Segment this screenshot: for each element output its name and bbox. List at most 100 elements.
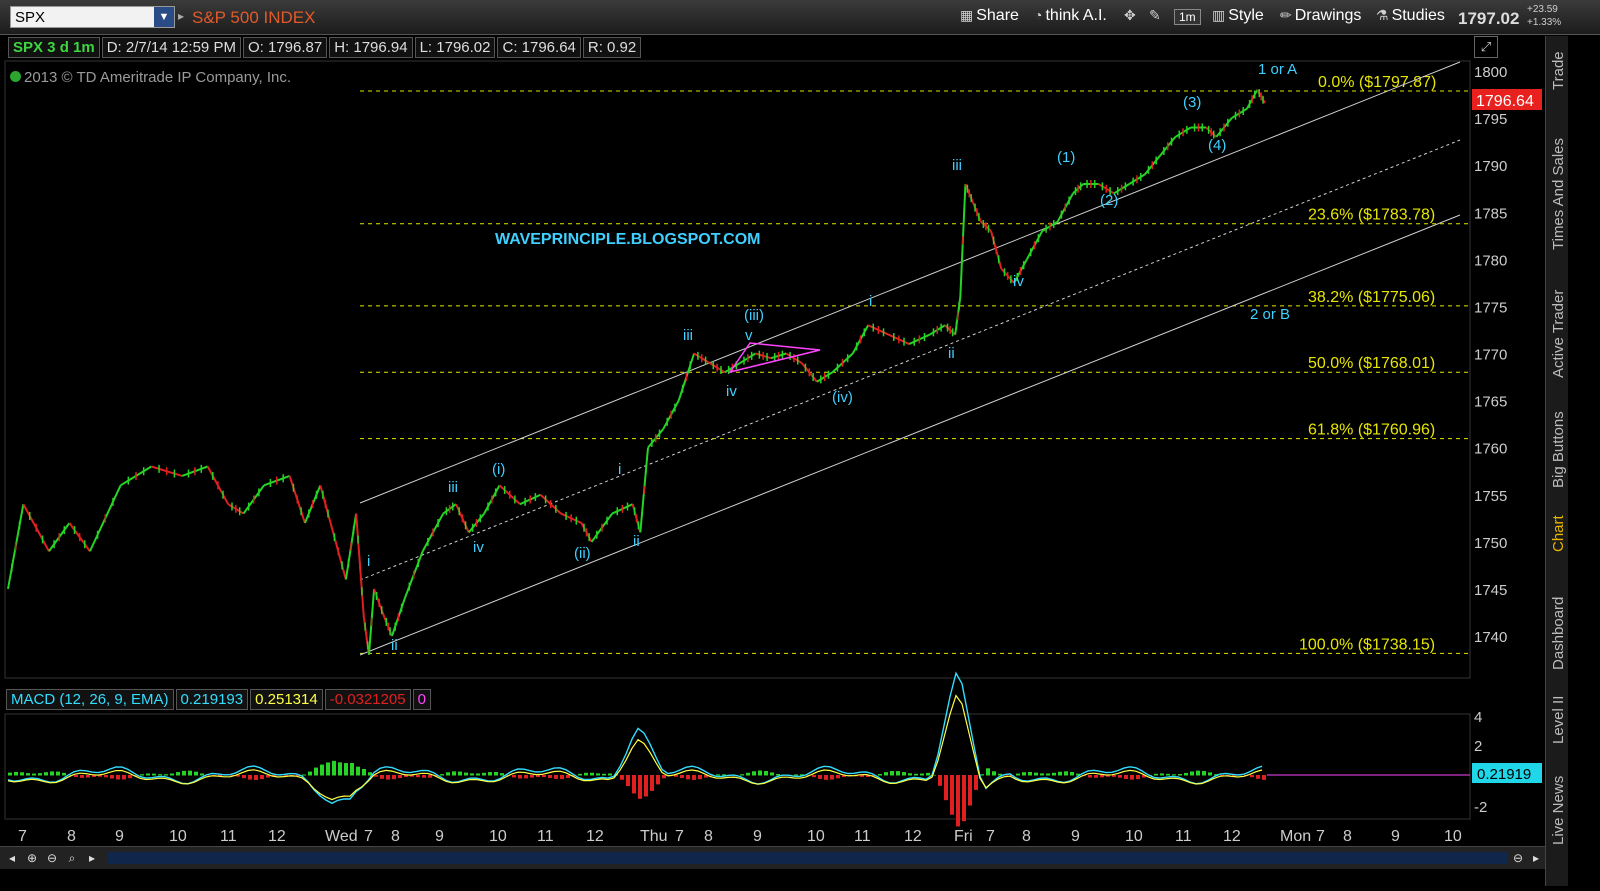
macd-histogram-bar bbox=[908, 773, 912, 776]
macd-histogram-bar bbox=[110, 775, 114, 779]
x-tick-label: 7 bbox=[18, 828, 27, 845]
magnifier-icon[interactable]: ⌕ bbox=[64, 850, 80, 866]
channel-upper-line[interactable] bbox=[359, 61, 1461, 504]
macd-histogram-bar bbox=[104, 775, 108, 778]
pan-right-icon[interactable]: ▸ bbox=[84, 850, 100, 866]
x-tick-label: 11 bbox=[854, 828, 871, 845]
macd-histogram-bar bbox=[428, 775, 432, 778]
wave-label: iii bbox=[683, 327, 693, 344]
macd-histogram-bar bbox=[554, 775, 558, 779]
macd-histogram-bar bbox=[626, 775, 630, 786]
macd-histogram-bar bbox=[1190, 771, 1194, 776]
zoom-out-right-icon[interactable]: ⊖ bbox=[1510, 850, 1526, 866]
wave-label: i bbox=[869, 293, 872, 310]
macd-histogram-bar bbox=[1124, 775, 1128, 779]
macd-histogram-bar bbox=[44, 772, 48, 776]
wave-label: ii bbox=[948, 345, 955, 362]
macd-value: 0.219193 bbox=[175, 689, 249, 710]
zoom-out-icon[interactable]: ⊖ bbox=[44, 850, 60, 866]
macd-histogram-bar bbox=[50, 771, 54, 776]
price-chart[interactable]: 0.0% ($1797.87) 23.6% ($1783.78) 38.2% ($1… bbox=[0, 0, 1545, 845]
macd-histogram-bar bbox=[602, 773, 606, 776]
macd-histogram-bar bbox=[170, 773, 174, 776]
x-tick-label: 9 bbox=[1391, 828, 1400, 845]
macd-histogram-bar bbox=[470, 773, 474, 776]
macd-histogram-bar bbox=[524, 775, 528, 779]
side-tab-times-and-sales[interactable]: Times And Sales bbox=[1550, 138, 1567, 250]
macd-histogram-bar bbox=[116, 775, 120, 780]
chart-scrollbar[interactable]: ◂ ⊕ ⊖ ⌕ ▸ ⊖ ▸ bbox=[0, 846, 1545, 869]
x-tick-label: 8 bbox=[391, 828, 400, 845]
time-axis: 7 8 9 10 11 12 Wed 7 8 9 10 11 12 Thu 7 8 9 10 11 12 Fri 7 8 9 1… bbox=[18, 828, 1462, 845]
fib-label: 50.0% ($1768.01) bbox=[1308, 355, 1435, 372]
side-tab-trade[interactable]: Trade bbox=[1550, 51, 1567, 90]
macd-histogram-bar bbox=[356, 766, 360, 776]
fibonacci-levels: 0.0% ($1797.87) 23.6% ($1783.78) 38.2% ($1… bbox=[360, 74, 1468, 654]
macd-histogram-bar bbox=[422, 775, 426, 778]
macd-histogram-bar bbox=[86, 775, 90, 778]
price-axis: 1740 1745 1750 1755 1760 1765 1770 1775 1780 1785… bbox=[1474, 64, 1507, 646]
x-tick-label: 9 bbox=[115, 828, 124, 845]
macd-histogram-bar bbox=[944, 775, 948, 801]
wave-label: (4) bbox=[1208, 137, 1226, 154]
zoom-in-icon[interactable]: ⊕ bbox=[24, 850, 40, 866]
macd-histogram-bar bbox=[962, 775, 966, 822]
macd-histogram-bar bbox=[986, 768, 990, 776]
wave-label: (2) bbox=[1100, 192, 1118, 209]
side-tab-big-buttons[interactable]: Big Buttons bbox=[1550, 411, 1567, 488]
channel-mid-line[interactable] bbox=[359, 139, 1461, 581]
y-tick-label: 1780 bbox=[1474, 252, 1507, 269]
macd-histogram-bar bbox=[158, 774, 162, 776]
x-tick-label: 8 bbox=[67, 828, 76, 845]
macd-histogram-bar bbox=[542, 775, 546, 778]
side-tab-active-trader[interactable]: Active Trader bbox=[1550, 290, 1567, 378]
macd-histogram-bar bbox=[176, 772, 180, 776]
macd-histogram-bar bbox=[362, 768, 366, 776]
x-tick-label: 7 bbox=[986, 828, 995, 845]
macd-histogram-bar bbox=[320, 764, 324, 776]
macd-histogram-bar bbox=[1160, 773, 1164, 776]
macd-histogram-bar bbox=[1028, 771, 1032, 776]
current-price-label: 1796.64 bbox=[1476, 93, 1534, 110]
side-tab-live-news[interactable]: Live News bbox=[1550, 776, 1567, 845]
macd-histogram-bar bbox=[824, 775, 828, 780]
wave-labels: iiiiiiiv(i)(ii)iiiiiiivv(iii)(iv)iiiiiii… bbox=[367, 61, 1297, 654]
wave-label: (1) bbox=[1057, 149, 1075, 166]
macd-histogram-bar bbox=[1100, 775, 1104, 778]
side-tab-dashboard[interactable]: Dashboard bbox=[1550, 597, 1567, 670]
x-tick-label: 9 bbox=[435, 828, 444, 845]
wave-label: (3) bbox=[1183, 94, 1201, 111]
macd-histogram-bar bbox=[446, 772, 450, 776]
scroll-right-icon[interactable]: ▸ bbox=[1528, 850, 1544, 866]
wave-label: iii bbox=[448, 479, 458, 496]
wave-label: ii bbox=[633, 533, 640, 550]
macd-histogram-bar bbox=[314, 767, 318, 776]
macd-histogram-bar bbox=[1172, 774, 1176, 776]
macd-histogram-bar bbox=[578, 773, 582, 776]
scroll-track[interactable] bbox=[108, 852, 1508, 864]
macd-histogram-bar bbox=[536, 775, 540, 778]
macd-histogram-bar bbox=[584, 772, 588, 776]
macd-histogram-bar bbox=[512, 775, 516, 778]
side-tab-chart[interactable]: Chart bbox=[1550, 515, 1567, 552]
fib-label: 23.6% ($1783.78) bbox=[1308, 207, 1435, 224]
macd-label[interactable]: MACD (12, 26, 9, EMA) bbox=[6, 689, 174, 710]
wave-label: iv bbox=[473, 539, 484, 556]
macd-histogram-bar bbox=[1040, 773, 1044, 776]
macd-histogram-bar bbox=[1088, 775, 1092, 778]
side-tab-level-ii[interactable]: Level II bbox=[1550, 696, 1567, 744]
x-tick-label: 10 bbox=[169, 828, 187, 845]
scroll-left-icon[interactable]: ◂ bbox=[4, 850, 20, 866]
x-tick-label: Wed bbox=[325, 828, 358, 845]
macd-histogram-bar bbox=[398, 775, 402, 779]
macd-histogram-bar bbox=[992, 771, 996, 776]
wave-label: 1 or A bbox=[1258, 61, 1297, 78]
channel-lower-line[interactable] bbox=[359, 214, 1461, 656]
y-tick-label: 1765 bbox=[1474, 394, 1507, 411]
macd-histogram-bar bbox=[818, 775, 822, 779]
macd-histogram-bar bbox=[980, 774, 984, 776]
macd-histogram-bar bbox=[686, 775, 690, 780]
macd-histogram-bar bbox=[164, 774, 168, 776]
macd-histogram-bar bbox=[146, 773, 150, 776]
macd-histogram-bar bbox=[650, 775, 654, 791]
